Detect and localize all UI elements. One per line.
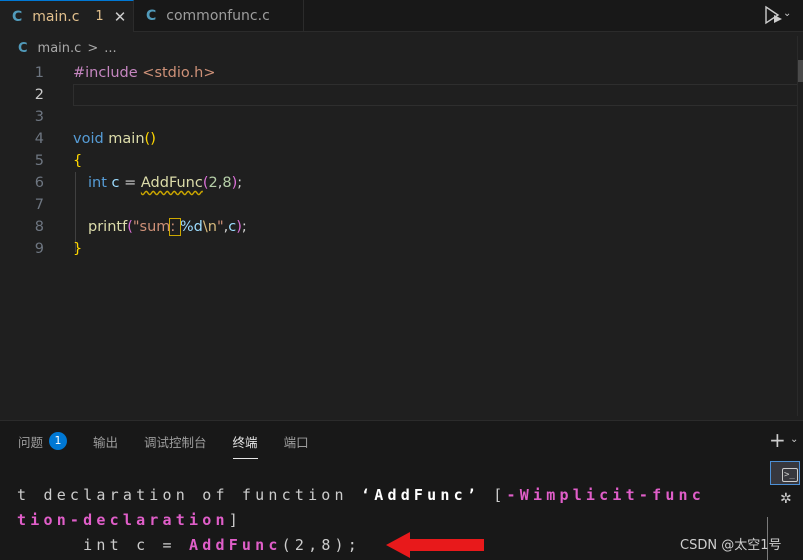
- token: int: [88, 175, 107, 191]
- tab-label: main.c: [32, 8, 80, 25]
- tab-main-c[interactable]: C main.c 1 ✕: [0, 0, 134, 32]
- breadcrumb-more[interactable]: ...: [104, 41, 116, 56]
- token: printf: [88, 219, 128, 235]
- chevron-down-icon[interactable]: ⌄: [783, 8, 791, 19]
- problem-count-badge: 1: [95, 9, 104, 24]
- token: #include: [73, 65, 138, 81]
- terminal-text: -Wimplicit-func: [506, 486, 706, 504]
- code-line[interactable]: 6 int c = AddFunc(2,8);: [0, 172, 800, 194]
- line-number: 5: [34, 153, 44, 169]
- token: 2: [208, 175, 218, 191]
- terminal-text: int c =: [17, 536, 189, 554]
- terminal-line: int c = AddFunc(2,8);: [17, 533, 361, 558]
- line-number: 3: [34, 109, 44, 125]
- tab-label: 调试控制台: [144, 434, 207, 450]
- tab-terminal[interactable]: 终端: [232, 429, 258, 459]
- c-file-icon: C: [18, 40, 28, 56]
- line-number: 7: [34, 197, 44, 213]
- token: {: [73, 153, 83, 169]
- terminal-line: t declaration of function ‘AddFunc’ [-Wi…: [17, 483, 705, 508]
- code-line[interactable]: 5 {: [0, 150, 800, 172]
- tab-label: 输出: [93, 434, 119, 450]
- code-line[interactable]: 9 }: [0, 238, 800, 260]
- token: ): [150, 131, 156, 147]
- code-line[interactable]: 1 #include <stdio.h>: [0, 62, 800, 84]
- code-line[interactable]: 7: [0, 194, 800, 216]
- chevron-down-icon[interactable]: ⌄: [790, 434, 798, 445]
- watermark: CSDN @太空1号: [680, 538, 782, 553]
- warning-squiggle[interactable]: AddFunc: [141, 175, 203, 191]
- tab-commonfunc-c[interactable]: C commonfunc.c: [134, 0, 304, 32]
- terminal-icon: >_: [782, 468, 798, 482]
- breadcrumb: C main.c > ...: [18, 38, 117, 58]
- scrollbar-thumb[interactable]: [798, 60, 803, 82]
- token: void: [73, 131, 104, 147]
- breadcrumb-separator: >: [87, 40, 99, 56]
- line-number: 1: [34, 65, 44, 81]
- c-file-icon: C: [146, 8, 157, 24]
- editor-scrollbar[interactable]: [797, 36, 803, 416]
- token: }: [73, 241, 83, 257]
- terminal-text: (2,8);: [281, 536, 362, 554]
- token: ;: [237, 175, 243, 191]
- tab-ports[interactable]: 端口: [284, 429, 309, 453]
- current-line-highlight: [73, 84, 799, 106]
- line-number: 6: [34, 175, 44, 191]
- token: =: [119, 175, 141, 191]
- problems-count-badge: 1: [49, 432, 68, 450]
- terminal-text: AddFunc: [189, 536, 282, 554]
- token: main: [108, 131, 145, 147]
- close-icon[interactable]: ✕: [114, 8, 127, 26]
- token: 8: [222, 175, 232, 191]
- code-line[interactable]: 4 void main(): [0, 128, 800, 150]
- editor-tab-bar: C main.c 1 ✕ C commonfunc.c ⌄: [0, 0, 803, 32]
- terminal-text: ‘AddFunc’: [361, 486, 481, 504]
- code-line[interactable]: 8 printf("sum: %d\n",c);: [0, 216, 800, 238]
- new-terminal-icon[interactable]: +: [769, 430, 786, 450]
- fullwidth-colon-highlight: :: [169, 218, 181, 236]
- tab-label: 问题: [18, 434, 44, 450]
- token: \n: [202, 219, 217, 235]
- code-editor[interactable]: 1 #include <stdio.h> 2 3 4 void main() 5…: [0, 62, 803, 418]
- line-number: 8: [34, 219, 44, 235]
- line-number: 4: [34, 131, 44, 147]
- c-file-icon: C: [12, 8, 23, 25]
- tab-output[interactable]: 输出: [93, 429, 118, 453]
- token: <stdio.h>: [142, 65, 216, 81]
- terminal-text: t declaration of function: [17, 486, 361, 504]
- annotation-arrow-icon: [386, 532, 484, 558]
- tab-label: 终端: [232, 434, 258, 450]
- terminal-line: tion-declaration]: [17, 508, 242, 533]
- tab-debug-console[interactable]: 调试控制台: [144, 429, 207, 453]
- terminal-text: ]: [228, 511, 242, 529]
- line-number: 9: [34, 241, 44, 257]
- token: ;: [241, 219, 247, 235]
- line-number: 2: [34, 87, 44, 103]
- terminal-output[interactable]: t declaration of function ‘AddFunc’ [-Wi…: [0, 481, 766, 560]
- terminal-text: [: [480, 486, 507, 504]
- token: "sum: [132, 219, 171, 235]
- tab-label: 端口: [283, 434, 309, 450]
- debug-icon[interactable]: ✲: [780, 491, 792, 507]
- tab-label: commonfunc.c: [166, 8, 270, 24]
- terminal-instance-selected[interactable]: >_: [770, 461, 800, 485]
- panel-tabs: 问题 1 输出 调试控制台 终端 端口: [18, 429, 335, 459]
- token: %d: [179, 219, 203, 235]
- breadcrumb-file[interactable]: main.c: [38, 41, 82, 56]
- token: c: [111, 175, 120, 191]
- tab-problems[interactable]: 问题 1: [18, 429, 68, 453]
- code-line-current[interactable]: 2: [0, 84, 800, 106]
- token: ": [216, 219, 224, 235]
- code-line[interactable]: 3: [0, 106, 800, 128]
- terminal-text: tion-declaration: [17, 511, 229, 529]
